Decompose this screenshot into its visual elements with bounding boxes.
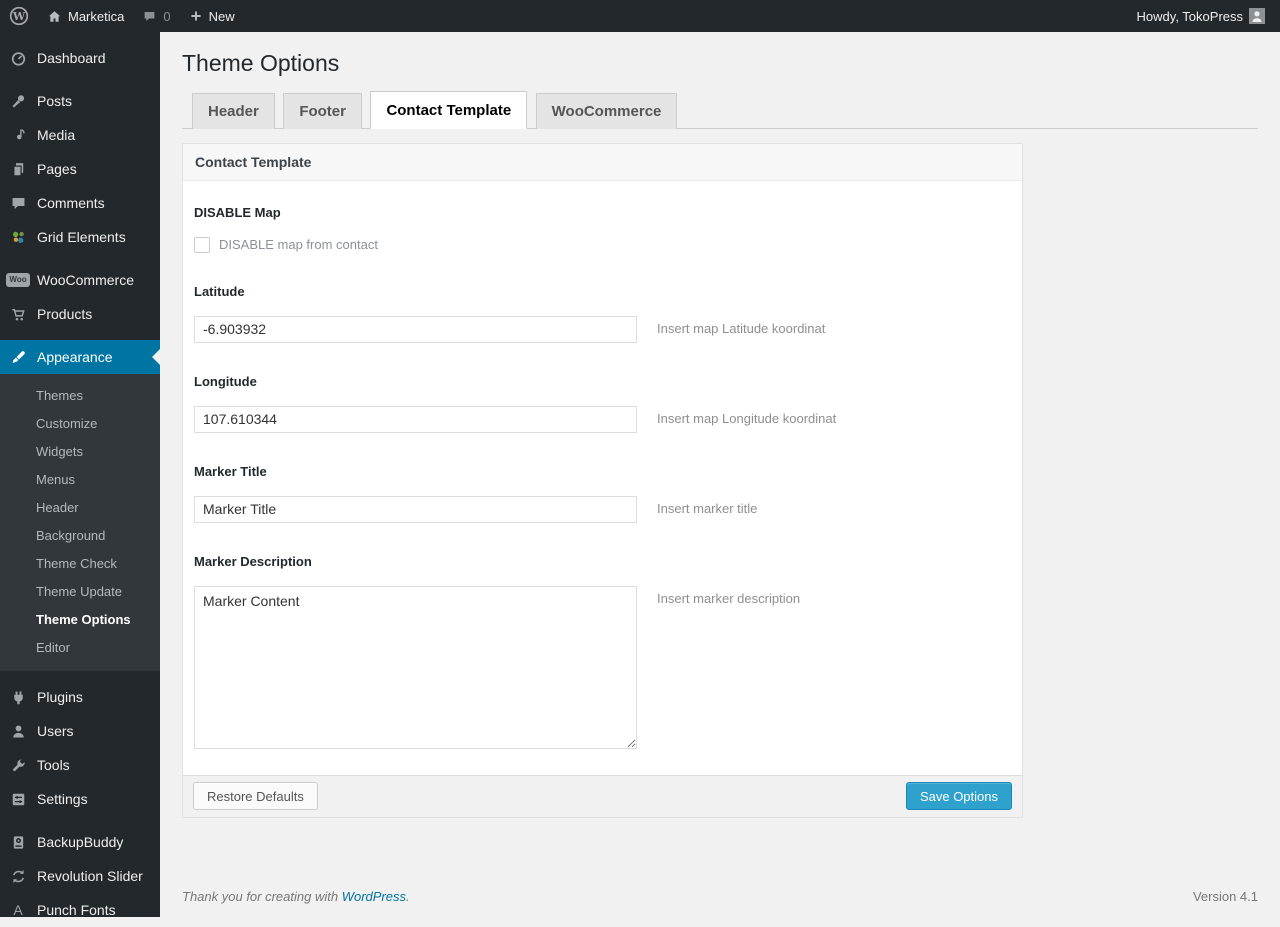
panel-body: DISABLE Map DISABLE map from contact Lat…	[183, 181, 1022, 775]
field-disable-map: DISABLE Map DISABLE map from contact	[194, 205, 1011, 253]
sidebar-item-pages[interactable]: Pages	[0, 152, 160, 186]
submenu-item-menus[interactable]: Menus	[0, 466, 160, 494]
comment-bubble-icon	[8, 195, 28, 212]
field-hint: Insert map Latitude koordinat	[657, 320, 826, 336]
brush-icon	[8, 349, 28, 366]
field-label: DISABLE Map	[194, 204, 281, 220]
submenu-item-theme-check[interactable]: Theme Check	[0, 550, 160, 578]
wp-logo-menu[interactable]: W	[0, 0, 38, 32]
woocommerce-icon: Woo	[6, 273, 30, 287]
latitude-input[interactable]	[194, 315, 637, 343]
sidebar-item-woocommerce[interactable]: Woo WooCommerce	[0, 263, 160, 297]
sidebar-item-punch-fonts[interactable]: A Punch Fonts	[0, 893, 160, 927]
sidebar-item-media[interactable]: Media	[0, 118, 160, 152]
sidebar-item-dashboard[interactable]: Dashboard	[0, 41, 160, 75]
submenu-item-widgets[interactable]: Widgets	[0, 438, 160, 466]
submenu-item-background[interactable]: Background	[0, 522, 160, 550]
comments-bubble-icon	[142, 9, 157, 24]
plug-icon	[8, 689, 28, 706]
admin-content: Theme Options Header Footer Contact Temp…	[160, 32, 1280, 917]
wordpress-link[interactable]: WordPress	[342, 889, 406, 904]
submenu-item-editor[interactable]: Editor	[0, 634, 160, 662]
site-name-menu[interactable]: Marketica	[38, 0, 133, 32]
letter-a-icon: A	[13, 902, 23, 918]
howdy-text: Howdy, TokoPress	[1136, 8, 1243, 24]
comment-count: 0	[163, 8, 171, 24]
media-icon	[8, 127, 28, 144]
user-icon	[8, 723, 28, 740]
howdy-menu[interactable]: Howdy, TokoPress	[1128, 0, 1274, 32]
field-hint: Insert marker description	[657, 590, 801, 606]
panel-footer: Restore Defaults Save Options	[183, 774, 1022, 817]
tab-bar: Header Footer Contact Template WooCommer…	[182, 90, 1258, 129]
tab-footer[interactable]: Footer	[283, 92, 362, 129]
new-content-menu[interactable]: New	[180, 0, 244, 32]
dashboard-icon	[8, 50, 28, 67]
contact-template-panel: Contact Template DISABLE Map DISABLE map…	[182, 142, 1023, 818]
home-icon	[47, 9, 62, 24]
submenu-item-theme-update[interactable]: Theme Update	[0, 578, 160, 606]
submenu-item-customize[interactable]: Customize	[0, 410, 160, 438]
tab-header[interactable]: Header	[192, 92, 275, 129]
field-longitude: Longitude Insert map Longitude koordinat	[194, 374, 1011, 433]
footer-thanks: Thank you for creating with WordPress.	[182, 889, 410, 904]
refresh-arrows-icon	[8, 868, 28, 885]
backup-drive-icon	[8, 834, 28, 851]
checkbox-label: DISABLE map from contact	[219, 237, 378, 253]
sidebar-item-backupbuddy[interactable]: BackupBuddy	[0, 825, 160, 859]
longitude-input[interactable]	[194, 405, 637, 433]
comments-menu[interactable]: 0	[133, 0, 179, 32]
pages-icon	[8, 161, 28, 178]
sidebar-item-appearance[interactable]: Appearance	[0, 340, 160, 374]
field-hint: Insert marker title	[657, 500, 758, 516]
submenu-item-header[interactable]: Header	[0, 494, 160, 522]
field-latitude: Latitude Insert map Latitude koordinat	[194, 284, 1011, 343]
restore-defaults-button[interactable]: Restore Defaults	[193, 782, 318, 811]
admin-bar: W Marketica 0 New Howdy, TokoPress	[0, 0, 1280, 32]
tab-woocommerce[interactable]: WooCommerce	[535, 92, 678, 129]
sidebar-item-revolution-slider[interactable]: Revolution Slider	[0, 859, 160, 893]
field-label: Latitude	[194, 283, 245, 299]
version-text: Version 4.1	[1192, 889, 1258, 904]
disable-map-checkbox[interactable]	[194, 236, 210, 253]
avatar	[1249, 8, 1265, 24]
field-label: Marker Description	[194, 553, 312, 569]
field-label: Marker Title	[194, 463, 267, 479]
site-name: Marketica	[68, 8, 125, 24]
new-label: New	[208, 8, 235, 24]
appearance-submenu: Themes Customize Widgets Menus Header Ba…	[0, 374, 160, 671]
pin-icon	[8, 93, 28, 110]
field-hint: Insert map Longitude koordinat	[657, 410, 837, 426]
field-label: Longitude	[194, 373, 257, 389]
sidebar-item-grid-elements[interactable]: Grid Elements	[0, 220, 160, 254]
sidebar-item-products[interactable]: Products	[0, 297, 160, 331]
marker-title-input[interactable]	[194, 495, 637, 523]
grid-elements-icon	[8, 229, 28, 246]
field-marker-title: Marker Title Insert marker title	[194, 464, 1011, 523]
sidebar-item-users[interactable]: Users	[0, 714, 160, 748]
panel-title: Contact Template	[183, 143, 1022, 181]
settings-icon	[8, 791, 28, 808]
submenu-item-theme-options[interactable]: Theme Options	[0, 606, 160, 634]
page-title: Theme Options	[182, 50, 340, 76]
sidebar-item-posts[interactable]: Posts	[0, 84, 160, 118]
sidebar-item-tools[interactable]: Tools	[0, 748, 160, 782]
field-marker-description: Marker Description Marker Content Insert…	[194, 554, 1011, 749]
svg-text:W: W	[12, 10, 26, 23]
cart-icon	[8, 306, 28, 323]
submenu-item-themes[interactable]: Themes	[0, 382, 160, 410]
sidebar-item-comments[interactable]: Comments	[0, 186, 160, 220]
sidebar-item-settings[interactable]: Settings	[0, 782, 160, 816]
admin-footer: Thank you for creating with WordPress. V…	[160, 889, 1280, 917]
save-options-button[interactable]: Save Options	[905, 782, 1012, 811]
admin-sidebar: Dashboard Posts Media Pages Comments Gri…	[0, 32, 160, 918]
wrench-icon	[8, 757, 28, 774]
tab-contact-template[interactable]: Contact Template	[370, 90, 528, 129]
marker-description-textarea[interactable]: Marker Content	[194, 585, 637, 749]
plus-icon	[189, 9, 203, 23]
sidebar-item-plugins[interactable]: Plugins	[0, 680, 160, 714]
wordpress-logo-icon: W	[9, 6, 29, 26]
